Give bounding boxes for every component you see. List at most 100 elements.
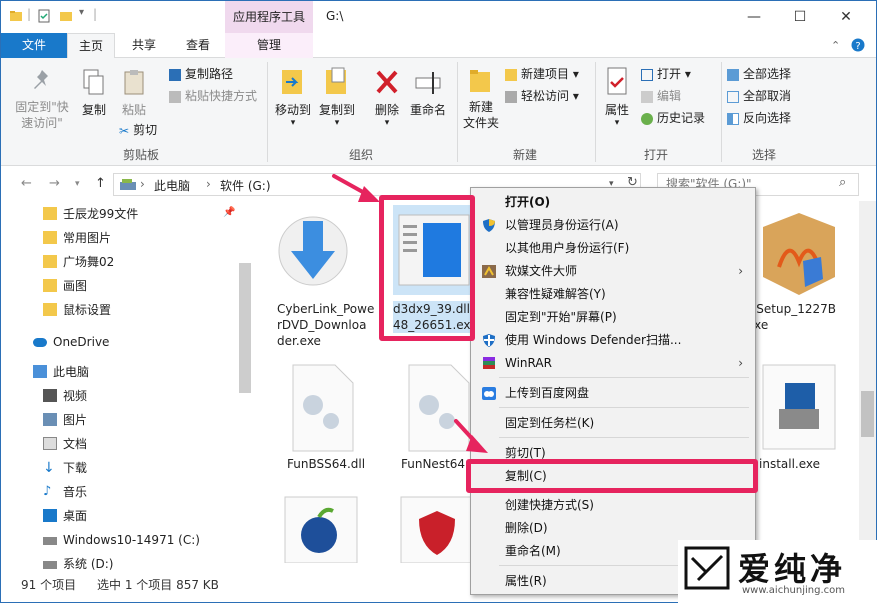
- menu-item-winrar[interactable]: WinRAR ›: [471, 352, 755, 375]
- video-icon: [43, 389, 57, 402]
- highlight-selected-file: [379, 195, 475, 341]
- file-label-funbss64[interactable]: FunBSS64.dll: [287, 456, 387, 472]
- navigation-pane: 壬辰龙99文件 📌 常用图片 广场舞02 画图 鼠标设置 OneDrive 此电…: [1, 201, 253, 572]
- quick-access-dropdown-icon[interactable]: ▾: [79, 7, 84, 18]
- folder-icon: [43, 303, 57, 316]
- minimize-button[interactable]: —: [731, 1, 777, 33]
- history-button[interactable]: 历史记录: [641, 108, 705, 128]
- menu-item-pin-to-start[interactable]: 固定到"开始"屏幕(P): [471, 306, 755, 329]
- computer-icon: [33, 365, 47, 378]
- title-bar: | ▾ | 应用程序工具 G:\ — ☐ ✕: [1, 1, 876, 33]
- submenu-arrow-icon: ›: [738, 356, 743, 370]
- brand-url: www.aichunjing.com: [742, 585, 845, 596]
- menu-item-ruanmei-file-master[interactable]: 软媒文件大师 ›: [471, 260, 755, 283]
- edit-button[interactable]: 编辑: [641, 86, 681, 106]
- cut-button[interactable]: ✂ 剪切: [119, 120, 157, 140]
- menu-item-delete[interactable]: 删除(D): [471, 517, 755, 540]
- ribbon-collapse-icon[interactable]: ⌃: [831, 39, 840, 52]
- tab-view[interactable]: 查看: [171, 33, 225, 58]
- move-to-button[interactable]: 移动到 ▾: [273, 66, 313, 128]
- folder-icon: [43, 279, 57, 292]
- drive-icon: [43, 561, 57, 569]
- tab-file[interactable]: 文件: [1, 33, 67, 58]
- invert-selection-icon: [727, 112, 739, 125]
- menu-item-run-as-admin[interactable]: 以管理员身份运行(A): [471, 214, 755, 237]
- recent-dropdown-icon[interactable]: ▾: [75, 179, 80, 189]
- menu-item-create-shortcut[interactable]: 创建快捷方式(S): [471, 494, 755, 517]
- pin-quick-access-button[interactable]: 固定到"快 速访问": [13, 68, 71, 131]
- tab-share[interactable]: 共享: [117, 33, 171, 58]
- file-label-install[interactable]: install.exe: [759, 456, 859, 472]
- new-folder-icon[interactable]: [59, 9, 73, 23]
- file-thumb-install[interactable]: [759, 361, 839, 451]
- copy-to-button[interactable]: 复制到 ▾: [315, 66, 359, 128]
- paste-button[interactable]: 粘贴: [117, 68, 151, 118]
- copy-icon: [83, 69, 104, 95]
- highlight-copy-item: [466, 459, 758, 493]
- breadcrumb-drive-g[interactable]: 软件 (G:): [220, 177, 271, 194]
- copy-path-button[interactable]: 复制路径: [169, 64, 233, 84]
- app-icon: [482, 265, 496, 278]
- forward-icon[interactable]: →: [49, 176, 60, 191]
- brand-logo-icon: [684, 546, 730, 590]
- help-icon[interactable]: ?: [851, 38, 865, 52]
- winrar-icon: [483, 357, 495, 369]
- close-button[interactable]: ✕: [823, 1, 869, 33]
- menu-item-pin-taskbar[interactable]: 固定到任务栏(K): [471, 412, 755, 435]
- breadcrumb-this-pc[interactable]: 此电脑: [154, 177, 190, 194]
- properties-button[interactable]: 属性 ▾: [599, 66, 635, 128]
- invert-selection-button[interactable]: 反向选择: [727, 108, 791, 128]
- file-view-scrollbar[interactable]: [859, 201, 876, 572]
- context-tab-title: 应用程序工具: [225, 1, 313, 33]
- menu-item-compat-troubleshoot[interactable]: 兼容性疑难解答(Y): [471, 283, 755, 306]
- menu-item-run-as-other-user[interactable]: 以其他用户身份运行(F): [471, 237, 755, 260]
- select-none-button[interactable]: 全部取消: [727, 86, 791, 106]
- tab-home[interactable]: 主页: [67, 33, 115, 59]
- copy-path-icon: [169, 68, 181, 81]
- properties-icon: [607, 67, 627, 95]
- rename-icon: [415, 72, 441, 94]
- nav-scrollbar[interactable]: [239, 263, 251, 393]
- download-icon: ↓: [43, 460, 55, 476]
- back-icon[interactable]: ←: [21, 176, 32, 191]
- folder-icon: [43, 231, 57, 244]
- file-label-gsetup[interactable]: GSetup_1227B exe: [747, 301, 847, 333]
- svg-text:?: ?: [855, 41, 860, 52]
- easy-access-button[interactable]: 轻松访问 ▾: [505, 86, 579, 106]
- file-thumb-gsetup[interactable]: [759, 207, 839, 297]
- organize-group-label: 组织: [348, 148, 373, 162]
- maximize-button[interactable]: ☐: [777, 1, 823, 33]
- file-thumb-funbss64[interactable]: [287, 363, 367, 453]
- picture-icon: [43, 413, 57, 426]
- menu-item-defender-scan[interactable]: 使用 Windows Defender扫描...: [471, 329, 755, 352]
- new-folder-button[interactable]: 新建 文件夹: [461, 66, 501, 131]
- menu-item-upload-baidu[interactable]: 上传到百度网盘: [471, 382, 755, 405]
- paste-shortcut-button[interactable]: 粘贴快捷方式: [169, 86, 257, 106]
- pointer-arrow-icon: [454, 419, 488, 453]
- tab-manage[interactable]: 管理: [225, 33, 313, 58]
- ribbon: 固定到"快 速访问" 复制 粘贴 复制路径 粘贴快捷方式 ✂ 剪切 剪贴板 移动到…: [1, 58, 876, 166]
- properties-icon[interactable]: [37, 9, 51, 23]
- copy-button[interactable]: 复制: [77, 68, 111, 118]
- select-all-button[interactable]: 全部选择: [727, 64, 791, 84]
- search-icon[interactable]: ⌕: [839, 175, 846, 190]
- rename-button[interactable]: 重命名: [405, 66, 451, 118]
- delete-button[interactable]: 删除 ▾: [367, 66, 407, 128]
- up-icon[interactable]: ↑: [95, 176, 106, 191]
- file-thumb-apple[interactable]: [281, 493, 361, 564]
- open-group-label: 打开: [643, 148, 668, 162]
- scroll-thumb[interactable]: [861, 391, 874, 437]
- item-count: 91 个项目: [21, 578, 77, 592]
- select-all-icon: [727, 68, 739, 81]
- new-item-button[interactable]: 新建项目 ▾: [505, 64, 579, 84]
- edit-icon: [641, 90, 653, 103]
- file-thumb-shield[interactable]: [397, 493, 477, 564]
- menu-item-open[interactable]: 打开(O): [471, 191, 755, 214]
- new-group-label: 新建: [512, 148, 537, 162]
- file-thumb-cyberlink[interactable]: [275, 207, 355, 297]
- document-icon: [43, 437, 57, 450]
- context-menu: 打开(O) 以管理员身份运行(A) 以其他用户身份运行(F) 软媒文件大师 › 兼…: [470, 187, 756, 595]
- open-button[interactable]: 打开 ▾: [641, 64, 691, 84]
- new-folder-icon: [470, 70, 490, 92]
- file-label-cyberlink[interactable]: CyberLink_Powe rDVD_Downloa der.exe: [277, 301, 377, 349]
